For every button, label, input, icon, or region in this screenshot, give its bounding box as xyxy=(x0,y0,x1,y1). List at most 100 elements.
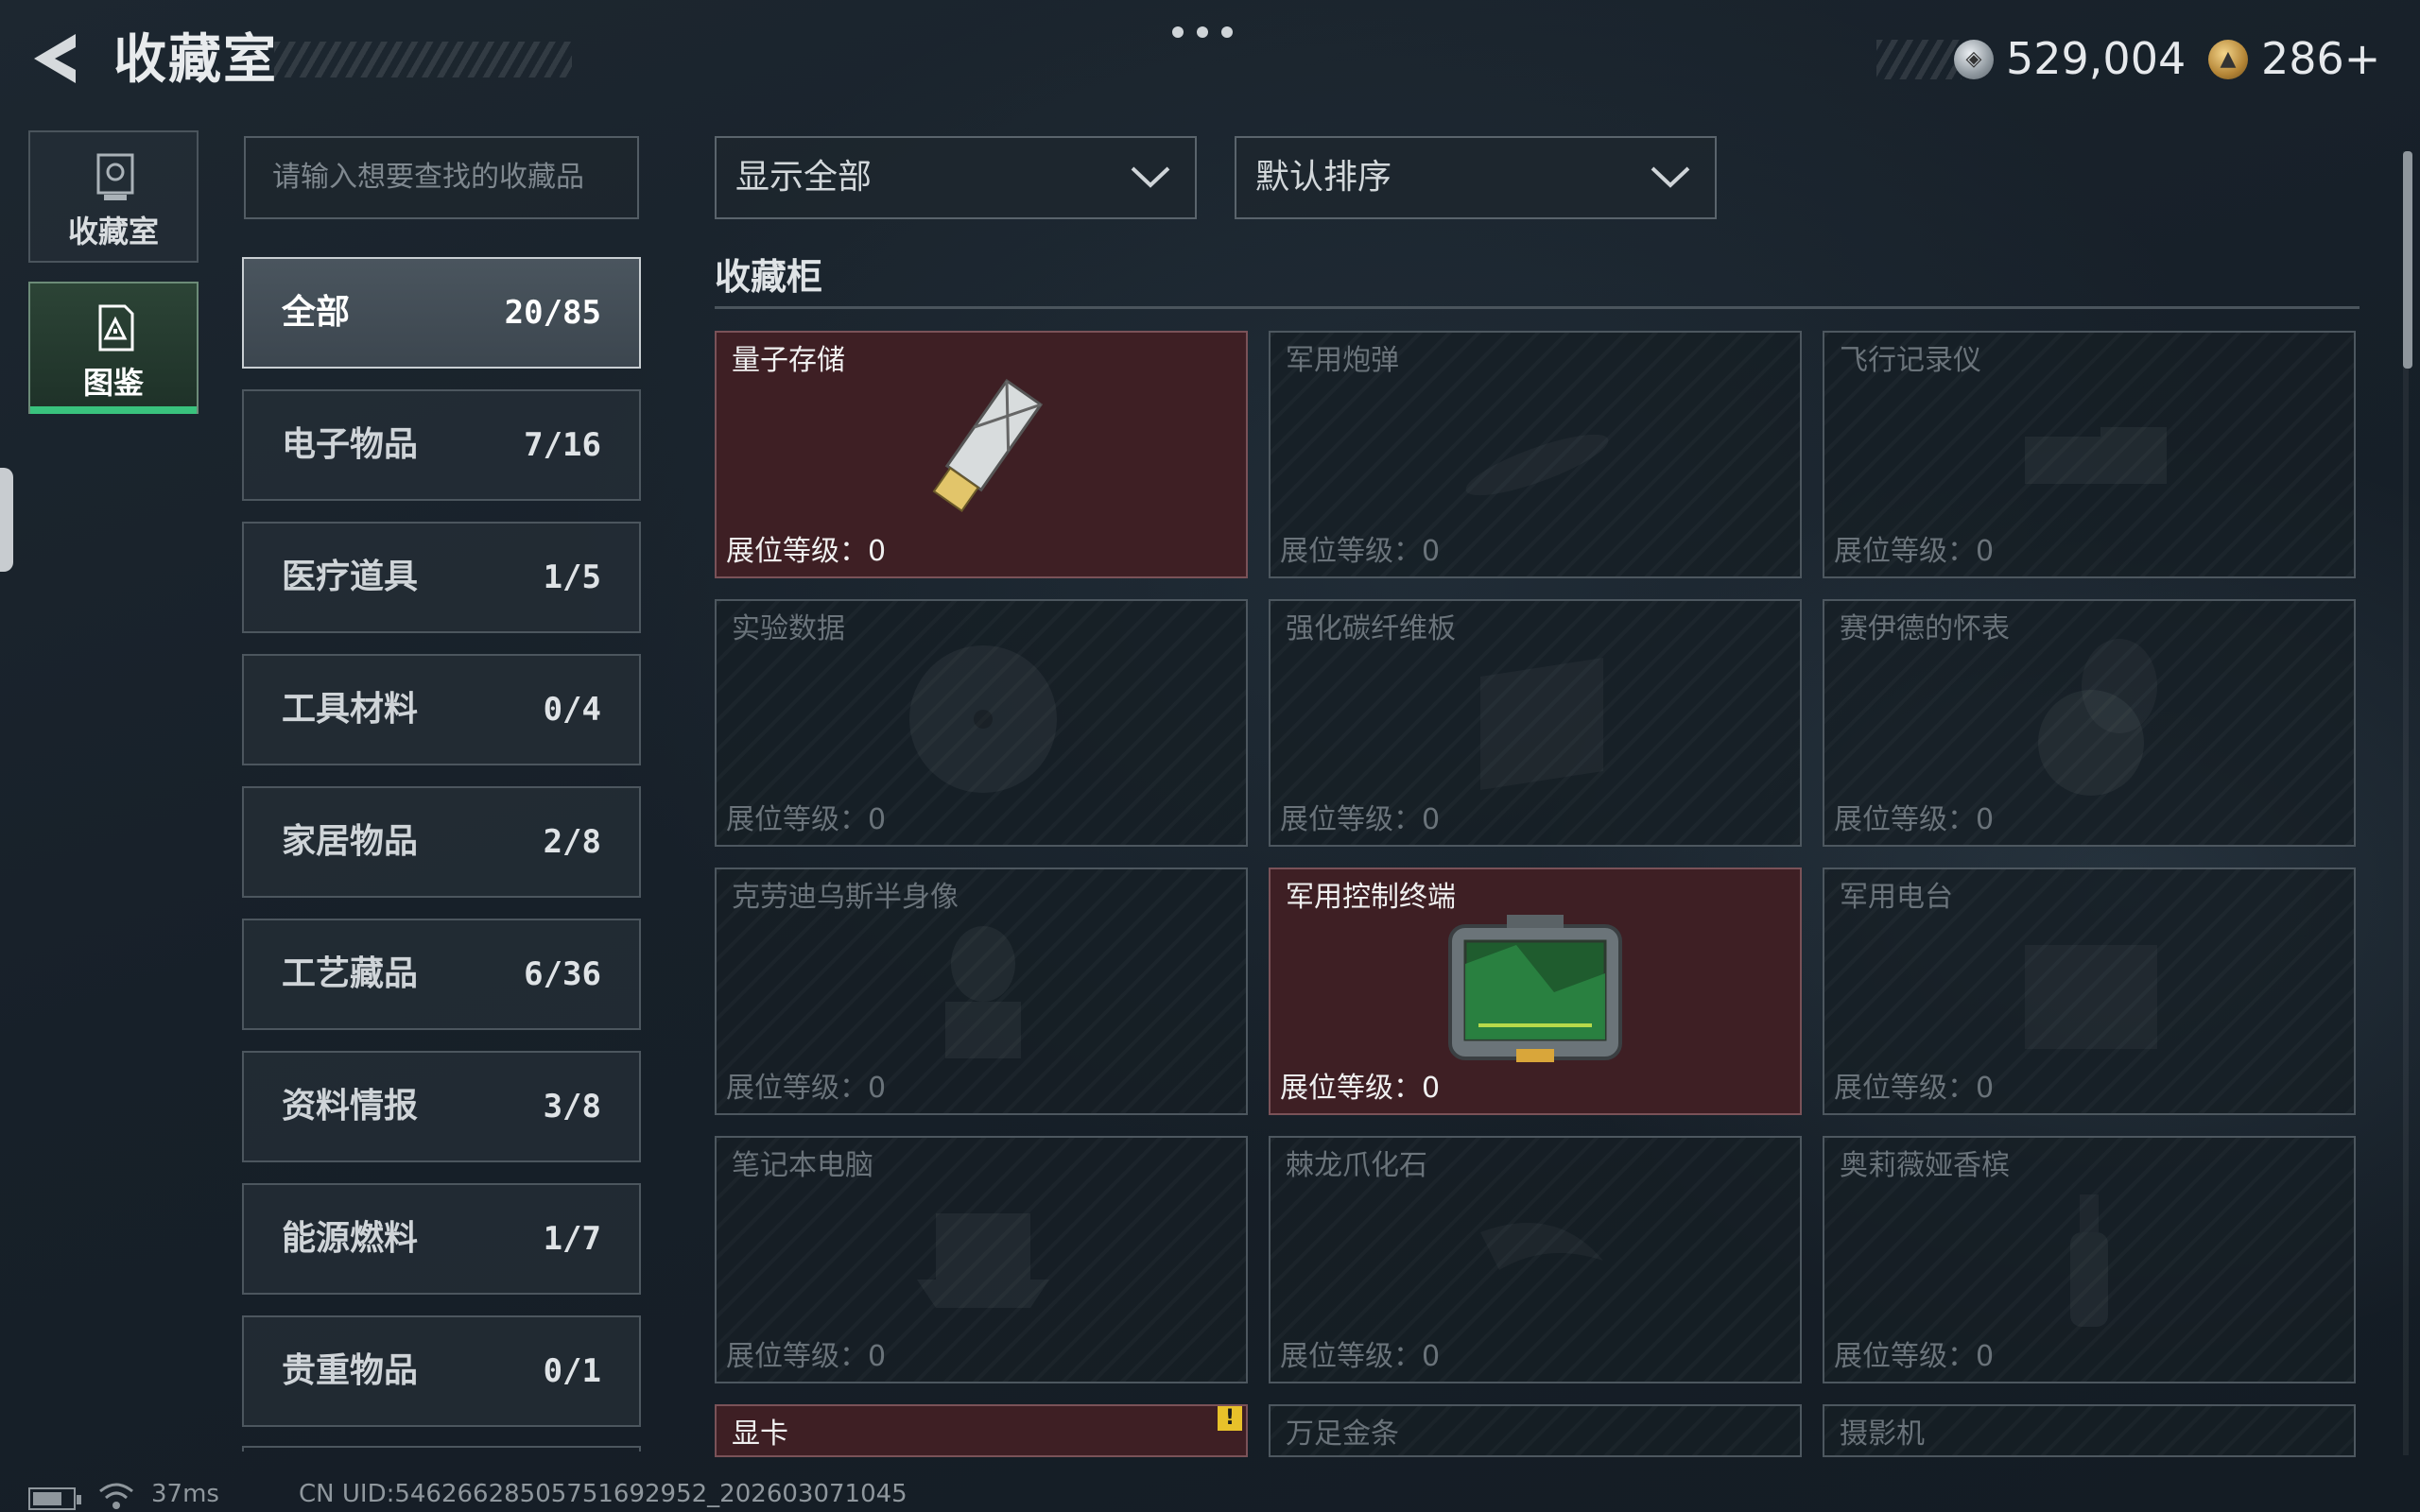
nav-tab-catalog[interactable]: 图鉴 xyxy=(28,282,199,414)
grid-scrollbar-thumb[interactable] xyxy=(2403,151,2412,369)
category-fuel[interactable]: 能源燃料 1/7 xyxy=(242,1183,641,1295)
more-menu-button[interactable] xyxy=(1172,26,1233,38)
category-all[interactable]: 全部 20/85 xyxy=(242,257,641,369)
category-name: 能源燃料 xyxy=(282,1219,419,1258)
item-level: 展位等级：0 xyxy=(1280,535,1441,568)
category-count: 0/1 xyxy=(543,1352,601,1390)
item-level: 展位等级：0 xyxy=(726,803,887,836)
category-name: 工艺藏品 xyxy=(282,954,419,993)
usb-drive-icon xyxy=(932,378,1044,512)
gold-currency-value[interactable]: 286+ xyxy=(2261,28,2380,89)
active-indicator xyxy=(30,406,197,414)
item-name: 赛伊德的怀表 xyxy=(1840,612,2010,645)
catalog-icon xyxy=(98,304,134,352)
bust-icon xyxy=(945,926,1021,1058)
item-card-military-control-terminal[interactable]: 军用控制终端 展位等级：0 xyxy=(1269,868,1802,1115)
item-name: 实验数据 xyxy=(732,612,845,645)
item-level: 展位等级：0 xyxy=(1280,1340,1441,1373)
item-level: 展位等级：0 xyxy=(726,535,887,568)
item-name: 摄影机 xyxy=(1840,1418,1925,1451)
display-filter-dropdown[interactable]: 显示全部 xyxy=(715,136,1197,219)
item-level: 展位等级：0 xyxy=(1834,535,1995,568)
section-divider xyxy=(715,306,2360,309)
category-name: 工具材料 xyxy=(282,690,419,729)
category-tools[interactable]: 工具材料 0/4 xyxy=(242,654,641,765)
dropdown-value: 显示全部 xyxy=(735,158,873,197)
category-valuables[interactable]: 贵重物品 0/1 xyxy=(242,1315,641,1427)
category-count: 7/16 xyxy=(524,426,601,464)
item-card-claudius-bust[interactable]: 克劳迪乌斯半身像 展位等级：0 xyxy=(715,868,1248,1115)
back-button[interactable] xyxy=(28,30,81,87)
warning-icon: ! xyxy=(1218,1406,1242,1431)
category-count: 1/7 xyxy=(543,1220,601,1258)
laptop-icon xyxy=(917,1213,1049,1308)
item-card-quantum-storage[interactable]: 量子存储 展位等级：0 xyxy=(715,331,1248,578)
item-level: 展位等级：0 xyxy=(1834,803,1995,836)
item-name: 万足金条 xyxy=(1286,1418,1399,1451)
item-card-military-shell[interactable]: 军用炮弹 展位等级：0 xyxy=(1269,331,1802,578)
item-name: 显卡 xyxy=(732,1418,788,1451)
item-card-experiment-data[interactable]: 实验数据 展位等级：0 xyxy=(715,599,1248,847)
item-card-camera[interactable]: 摄影机 xyxy=(1823,1404,2356,1457)
category-name: 贵重物品 xyxy=(282,1351,419,1390)
item-name: 军用电台 xyxy=(1840,881,1953,914)
item-level: 展位等级：0 xyxy=(1280,803,1441,836)
category-household[interactable]: 家居物品 2/8 xyxy=(242,786,641,898)
search-input[interactable]: 请输入想要查找的收藏品 xyxy=(244,136,639,219)
category-count: 2/8 xyxy=(543,823,601,861)
category-count: 6/36 xyxy=(524,955,601,993)
fossil-claw-icon xyxy=(1480,1223,1603,1270)
category-count: 20/85 xyxy=(504,294,601,332)
item-level: 展位等级：0 xyxy=(1280,1072,1441,1105)
category-electronics[interactable]: 电子物品 7/16 xyxy=(242,389,641,501)
nav-tab-collection-room[interactable]: 收藏室 xyxy=(28,130,199,263)
side-drawer-handle[interactable] xyxy=(0,468,13,572)
silver-currency-value: 529,004 xyxy=(2006,33,2187,84)
item-card-laptop[interactable]: 笔记本电脑 展位等级：0 xyxy=(715,1136,1248,1383)
category-next-peek xyxy=(242,1446,641,1452)
item-name: 飞行记录仪 xyxy=(1840,344,1981,377)
page-title: 收藏室 xyxy=(113,29,278,91)
category-crafts[interactable]: 工艺藏品 6/36 xyxy=(242,919,641,1030)
pocket-watch-icon xyxy=(2038,639,2157,796)
item-card-flight-recorder[interactable]: 飞行记录仪 展位等级：0 xyxy=(1823,331,2356,578)
nav-tab-label: 图鉴 xyxy=(82,365,144,401)
item-name: 笔记本电脑 xyxy=(732,1149,873,1182)
item-card-gold-bar[interactable]: 万足金条 xyxy=(1269,1404,1802,1457)
category-intel[interactable]: 资料情报 3/8 xyxy=(242,1051,641,1162)
category-count: 3/8 xyxy=(543,1088,601,1125)
item-card-graphics-card[interactable]: 显卡 ! xyxy=(715,1404,1248,1457)
trophy-icon xyxy=(96,153,134,200)
category-medical[interactable]: 医疗道具 1/5 xyxy=(242,522,641,633)
category-count: 1/5 xyxy=(543,558,601,596)
user-uid: CN UID:5462662850575169295​2_20260307104… xyxy=(299,1480,908,1508)
silver-coin-icon: ◈ xyxy=(1954,40,1994,79)
item-level: 展位等级：0 xyxy=(726,1340,887,1373)
category-name: 医疗道具 xyxy=(282,558,419,596)
battery-icon xyxy=(28,1487,81,1510)
chevron-down-icon xyxy=(1651,166,1690,188)
item-card-military-radio[interactable]: 军用电台 展位等级：0 xyxy=(1823,868,2356,1115)
item-name: 奥莉薇娅香槟 xyxy=(1840,1149,2010,1182)
gold-coin-icon: ▲ xyxy=(2208,40,2248,79)
item-level: 展位等级：0 xyxy=(1834,1072,1995,1105)
section-title: 收藏柜 xyxy=(715,256,823,298)
item-card-carbon-fiber-plate[interactable]: 强化碳纤维板 展位等级：0 xyxy=(1269,599,1802,847)
carbon-plate-icon xyxy=(1480,658,1603,790)
item-card-spinosaurus-claw[interactable]: 棘龙爪化石 展位等级：0 xyxy=(1269,1136,1802,1383)
sort-dropdown[interactable]: 默认排序 xyxy=(1235,136,1717,219)
item-level: 展位等级：0 xyxy=(726,1072,887,1105)
control-terminal-icon xyxy=(1448,915,1622,1062)
item-card-olivia-champagne[interactable]: 奥莉薇娅香槟 展位等级：0 xyxy=(1823,1136,2356,1383)
item-level: 展位等级：0 xyxy=(1834,1340,1995,1373)
shell-icon xyxy=(1465,434,1609,496)
item-card-pocket-watch[interactable]: 赛伊德的怀表 展位等级：0 xyxy=(1823,599,2356,847)
nav-tab-label: 收藏室 xyxy=(67,214,159,249)
category-name: 全部 xyxy=(282,293,351,332)
radio-icon xyxy=(2025,945,2157,1049)
title-decoration xyxy=(274,42,572,77)
flight-recorder-icon xyxy=(2025,427,2167,484)
disc-icon xyxy=(909,645,1057,793)
currency-decoration xyxy=(1876,40,1962,79)
item-name: 量子存储 xyxy=(732,344,845,377)
